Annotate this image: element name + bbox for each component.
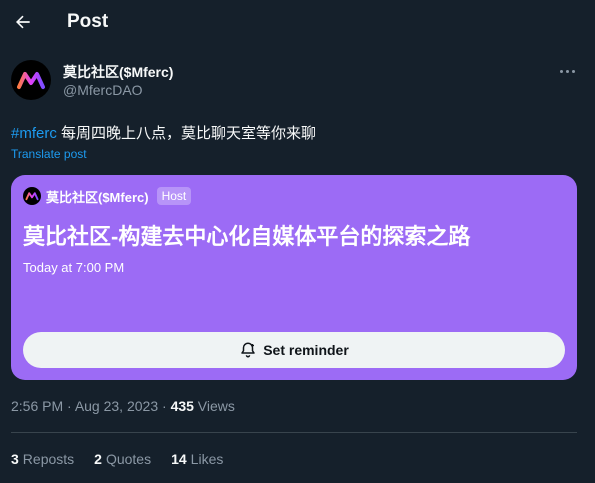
host-avatar xyxy=(23,187,41,205)
post-meta: 2:56 PM · Aug 23, 2023 · 435 Views xyxy=(11,398,235,414)
space-host-row: 莫比社区($Mferc) Host xyxy=(23,186,192,206)
post-body: 每周四晚上八点，莫比聊天室等你来聊 xyxy=(56,125,317,142)
space-card[interactable]: 莫比社区($Mferc) Host 莫比社区-构建去中心化自媒体平台的探索之路 … xyxy=(11,175,577,380)
post-page: Post 莫比社区($Mferc) @MfercDAO #mferc 每周四晚上… xyxy=(0,0,595,483)
post-time[interactable]: 2:56 PM xyxy=(11,398,63,414)
mferc-logo-icon xyxy=(25,192,39,201)
space-title: 莫比社区-构建去中心化自媒体平台的探索之路 xyxy=(23,224,471,249)
alarm-bell-icon xyxy=(241,342,255,358)
post-date[interactable]: Aug 23, 2023 xyxy=(75,398,158,414)
set-reminder-label: Set reminder xyxy=(263,342,349,358)
arrow-left-icon xyxy=(16,15,30,29)
space-time: Today at 7:00 PM xyxy=(23,260,125,275)
back-button[interactable] xyxy=(8,7,38,37)
page-title: Post xyxy=(67,11,109,32)
likes-stat[interactable]: 14 Likes xyxy=(171,451,223,467)
author-avatar[interactable] xyxy=(11,60,51,100)
author-handle[interactable]: @MfercDAO xyxy=(63,82,143,98)
more-options-button[interactable] xyxy=(552,60,582,82)
reposts-stat[interactable]: 3 Reposts xyxy=(11,451,74,467)
host-badge: Host xyxy=(156,187,192,205)
hashtag-link[interactable]: #mferc xyxy=(11,125,57,142)
header-bar: Post xyxy=(0,0,595,46)
more-horizontal-icon xyxy=(559,69,563,73)
views-label: Views xyxy=(193,398,235,414)
mferc-logo-icon xyxy=(17,72,45,89)
set-reminder-button[interactable]: Set reminder xyxy=(23,332,565,368)
author-name[interactable]: 莫比社区($Mferc) xyxy=(63,62,173,82)
divider xyxy=(11,432,577,433)
engagement-stats: 3 Reposts 2 Quotes 14 Likes xyxy=(11,451,223,467)
quotes-stat[interactable]: 2 Quotes xyxy=(94,451,151,467)
views-count: 435 xyxy=(170,398,194,414)
post-text: #mferc 每周四晚上八点，莫比聊天室等你来聊 xyxy=(11,122,316,143)
space-host-name: 莫比社区($Mferc) xyxy=(46,189,149,205)
translate-post-link[interactable]: Translate post xyxy=(11,147,87,161)
